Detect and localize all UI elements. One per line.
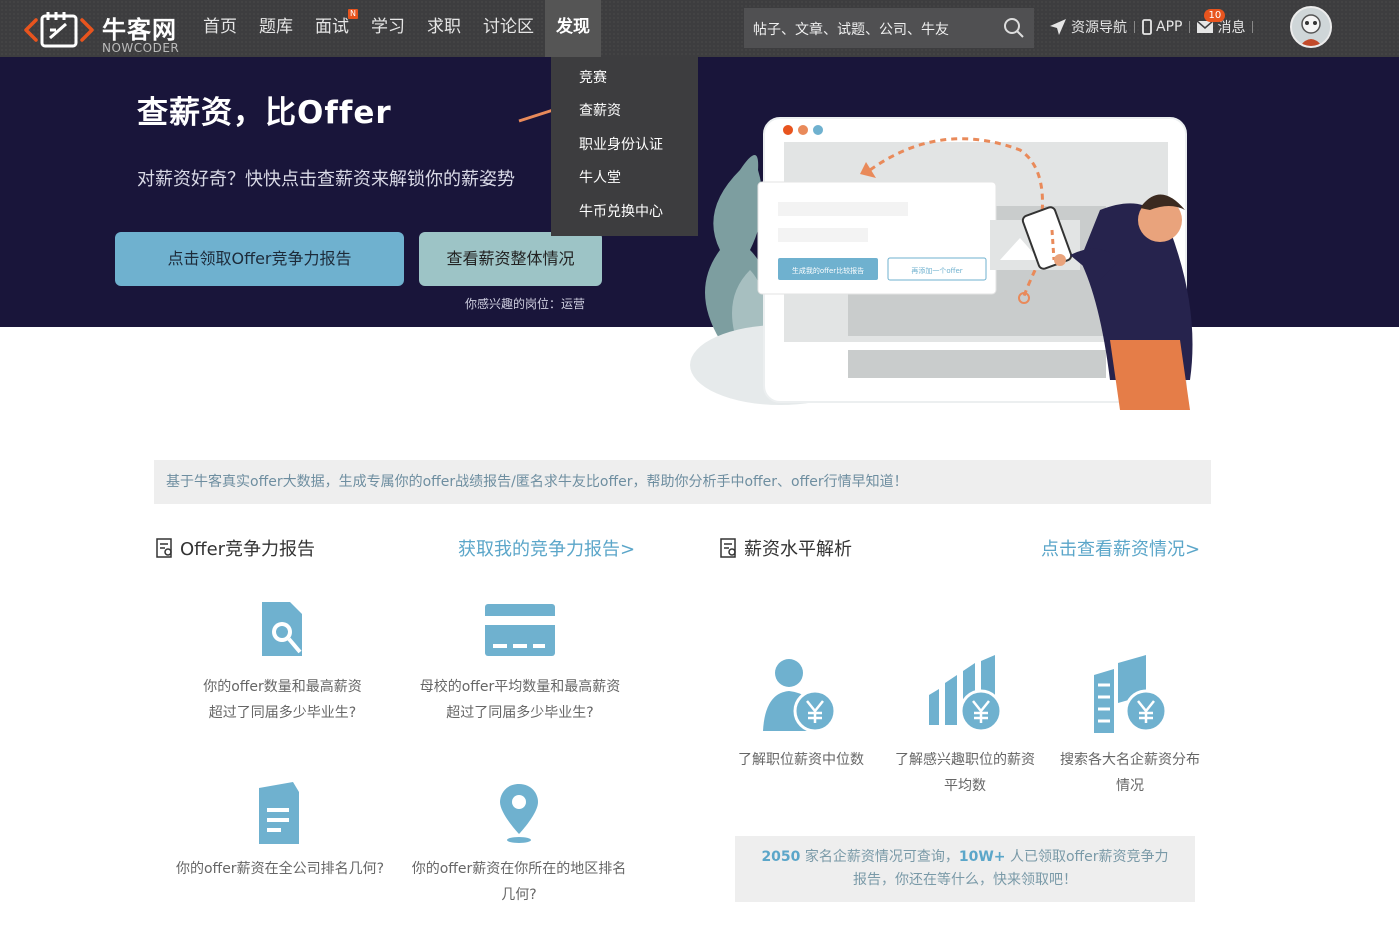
interest-value: 运营	[561, 297, 586, 311]
offer-section-header: Offer竞争力报告	[156, 535, 315, 561]
promo-text-2: 人已领取offer薪资竞争力	[1005, 849, 1169, 865]
view-salary-button[interactable]: 查看薪资整体情况	[419, 232, 602, 286]
location-pin-icon	[500, 784, 538, 843]
divider	[1252, 21, 1254, 33]
search-icon[interactable]	[1003, 17, 1025, 39]
salary-card-3-line2: 情况	[1116, 778, 1144, 794]
menu-item-competition[interactable]: 竞赛	[579, 67, 607, 87]
offer-card-2-line1: 母校的offer平均数量和最高薪资	[419, 679, 621, 695]
app-link[interactable]: APP	[1135, 19, 1189, 35]
salary-card-1-line1: 了解职位薪资中位数	[738, 752, 864, 768]
offer-card-3-line1: 你的offer薪资在全公司排名几何?	[175, 861, 384, 877]
report-icon	[156, 538, 172, 558]
search-input[interactable]: 帖子、文章、试题、公司、牛友	[753, 19, 949, 39]
offer-card-region-rank[interactable]: 你的offer薪资在你所在的地区排名 几何?	[400, 780, 638, 908]
banner-subtitle: 对薪资好奇？快快点击查薪资来解锁你的薪姿势	[137, 169, 515, 190]
send-icon	[1050, 19, 1066, 35]
salary-section-header: 薪资水平解析	[720, 535, 852, 561]
interest-label: 你感兴趣的岗位：	[465, 297, 562, 311]
get-offer-report-button[interactable]: 点击领取Offer竞争力报告	[115, 232, 404, 286]
company-count: 2050	[761, 849, 801, 865]
nav-discussion[interactable]: 讨论区	[472, 0, 545, 57]
avatar[interactable]	[1290, 6, 1332, 48]
app-label: APP	[1156, 19, 1183, 35]
menu-item-coin-exchange[interactable]: 牛币兑换中心	[579, 201, 663, 221]
nav-study-label: 学习	[371, 17, 405, 37]
building-yuan-icon	[1094, 655, 1168, 733]
offer-card-alma-mater[interactable]: 母校的offer平均数量和最高薪资 超过了同届多少毕业生?	[405, 600, 635, 726]
mail-icon	[1197, 21, 1214, 33]
top-navigation-bar: 牛客网 NOWCODER 首页 题库 面试 N 学习 求职 讨论区 发现 帖子、文…	[0, 0, 1399, 57]
salary-card-median[interactable]: 了解职位薪资中位数	[727, 655, 875, 773]
report-icon	[720, 538, 736, 558]
document-list-icon	[259, 782, 299, 844]
salary-card-2-line1: 了解感兴趣职位的薪资	[895, 752, 1035, 768]
person-yuan-icon	[763, 659, 837, 733]
nav-question-bank-label: 题库	[259, 17, 293, 37]
logo-subtext: NOWCODER	[102, 41, 180, 55]
interest-position[interactable]: 你感兴趣的岗位：运营	[465, 295, 585, 312]
hero-illustration: 生成我的offer比较报告 再添加一个offer	[690, 117, 1193, 410]
offer-card-1-line2: 超过了同届多少毕业生?	[208, 705, 357, 721]
nav-interview[interactable]: 面试 N	[304, 0, 360, 57]
promo-line-1: 2050 家名企薪资情况可查询，10W+ 人已领取offer薪资竞争力	[735, 846, 1195, 869]
user-count: 10W+	[958, 849, 1006, 865]
logo-mark-icon	[24, 12, 94, 48]
discover-dropdown-menu: 竞赛 查薪资 职业身份认证 牛人堂 牛币兑换中心	[551, 57, 698, 236]
nav-discover[interactable]: 发现	[545, 0, 601, 57]
get-report-link[interactable]: 获取我的竞争力报告>	[458, 535, 635, 561]
nav-interview-label: 面试	[315, 17, 349, 37]
nav-jobs[interactable]: 求职	[416, 0, 472, 57]
illus-add-offer-button-text: 再添加一个offer	[911, 266, 962, 275]
salary-card-average[interactable]: 了解感兴趣职位的薪资 平均数	[884, 655, 1046, 799]
offer-card-company-rank[interactable]: 你的offer薪资在全公司排名几何?	[160, 780, 400, 882]
page-title: 查薪资，比Offer	[137, 95, 392, 131]
offer-card-4-line2: 几何?	[501, 887, 537, 903]
promo-line-2: 报告，你还在等什么，快来领取吧！	[853, 872, 1077, 888]
menu-item-check-salary[interactable]: 查薪资	[579, 100, 621, 120]
credit-card-icon	[485, 604, 555, 656]
avatar-image-icon	[1292, 8, 1330, 46]
phone-icon	[1142, 19, 1152, 35]
salary-card-2-line2: 平均数	[944, 778, 986, 794]
salary-card-3-line1: 搜索各大名企薪资分布	[1060, 752, 1200, 768]
illus-generate-button-text: 生成我的offer比较报告	[792, 266, 864, 275]
main-nav: 首页 题库 面试 N 学习 求职 讨论区 发现	[192, 0, 601, 57]
offer-card-rank-peers[interactable]: 你的offer数量和最高薪资 超过了同届多少毕业生?	[170, 600, 395, 726]
new-badge: N	[348, 9, 358, 19]
menu-item-identity-verify[interactable]: 职业身份认证	[579, 134, 663, 154]
nav-discussion-label: 讨论区	[483, 17, 534, 37]
salary-card-companies[interactable]: 搜索各大名企薪资分布 情况	[1050, 655, 1210, 799]
info-strip: 基于牛客真实offer大数据，生成专属你的offer战绩报告/匿名求牛友比off…	[154, 460, 1211, 504]
resource-nav-link[interactable]: 资源导航	[1042, 17, 1134, 37]
offer-card-1-line1: 你的offer数量和最高薪资	[203, 679, 362, 695]
message-count-badge: 10	[1204, 9, 1226, 22]
offer-section-title: Offer竞争力报告	[180, 539, 316, 560]
nav-question-bank[interactable]: 题库	[248, 0, 304, 57]
resource-nav-label: 资源导航	[1071, 20, 1127, 36]
offer-card-4-line1: 你的offer薪资在你所在的地区排名	[411, 861, 627, 877]
promo-banner: 2050 家名企薪资情况可查询，10W+ 人已领取offer薪资竞争力 报告，你…	[735, 836, 1195, 902]
view-salary-link[interactable]: 点击查看薪资情况>	[1041, 535, 1200, 561]
nowcoder-logo[interactable]: 牛客网 NOWCODER	[22, 6, 192, 55]
nav-discover-label: 发现	[556, 17, 590, 37]
user-nav: 资源导航 APP 10 消息	[1042, 9, 1254, 40]
search-box[interactable]: 帖子、文章、试题、公司、牛友	[744, 8, 1034, 48]
nav-home[interactable]: 首页	[192, 0, 248, 57]
document-search-icon	[261, 602, 302, 656]
nav-home-label: 首页	[203, 17, 237, 37]
salary-section-title: 薪资水平解析	[744, 539, 852, 560]
nav-jobs-label: 求职	[427, 17, 461, 37]
menu-item-hall-of-fame[interactable]: 牛人堂	[579, 167, 621, 187]
nav-study[interactable]: 学习	[360, 0, 416, 57]
offer-card-2-line2: 超过了同届多少毕业生?	[446, 705, 594, 721]
messages-link[interactable]: 10 消息	[1190, 9, 1252, 37]
logo-text: 牛客网	[102, 16, 177, 44]
promo-text-1: 家名企薪资情况可查询，	[800, 849, 959, 865]
bars-yuan-icon	[929, 655, 1003, 733]
